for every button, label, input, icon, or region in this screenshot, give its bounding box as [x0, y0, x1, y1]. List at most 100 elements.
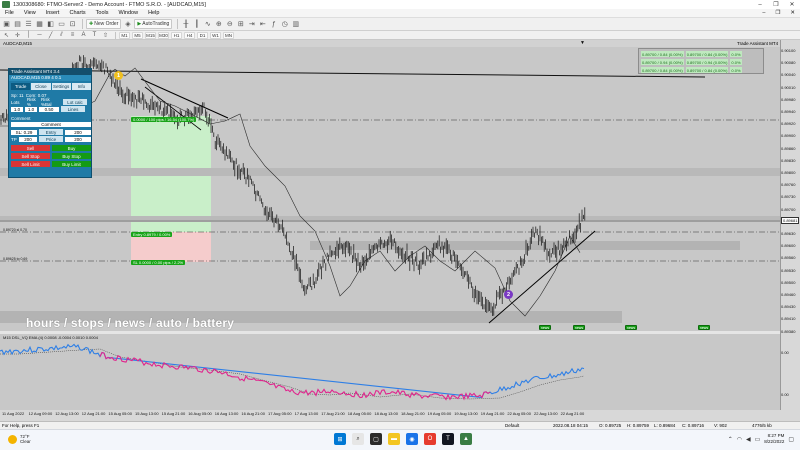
price-tick-label: 0.89500: [781, 279, 796, 285]
lines-button[interactable]: Lines: [61, 106, 85, 112]
lot-calc-button[interactable]: Lot calc: [63, 99, 87, 105]
ta-cell: 0.0%: [730, 67, 742, 73]
news-event-icon[interactable]: news: [539, 325, 551, 330]
shaded-band: [0, 168, 780, 176]
mt4-taskbar-icon[interactable]: ▲: [460, 433, 472, 445]
trade-assistant-label: Trade Assistant MT4: [737, 41, 779, 46]
search-icon[interactable]: ⌕: [352, 433, 364, 445]
buy-button[interactable]: Buy: [52, 145, 91, 151]
entry-level-label: Entry 0.8979 / 0.00%: [131, 232, 173, 237]
price-tick-label: 0.89860: [781, 145, 796, 151]
comment-input[interactable]: Comment: [11, 121, 91, 127]
taskbar-apps: ⊞ ⌕ ▢ ▬ ◉ O T ▲: [334, 433, 472, 445]
edge-browser-icon[interactable]: ◉: [406, 433, 418, 445]
ta-cell: 0.89700 / 0.84 (0.00%): [641, 51, 684, 57]
status-profile[interactable]: Default: [505, 423, 519, 428]
file-explorer-icon[interactable]: ▬: [388, 433, 400, 445]
risk-bal-input[interactable]: 0.50: [39, 106, 59, 112]
wifi-icon[interactable]: ◠: [737, 436, 742, 443]
entry-input[interactable]: 200: [65, 129, 91, 135]
ta-row: 0.89700 / 0.84 (0.00%) 0.89700 / 0.84 (0…: [641, 67, 742, 73]
chevron-up-icon[interactable]: ⌃: [728, 436, 733, 443]
time-tick-label: 12 Aug 09:00: [28, 411, 53, 416]
comment-label: Comment: [11, 115, 31, 121]
clock[interactable]: 8:27 PM 8/22/2022: [764, 433, 784, 445]
panel-tabs: Trade Close Settings Info: [11, 83, 91, 90]
price-tick-label: 0.90010: [781, 84, 796, 90]
time-tick-label: 15 Aug 21:00: [161, 411, 186, 416]
time-tick-label: 18 Aug 21:00: [401, 411, 425, 416]
buy-limit-button[interactable]: Buy Limit: [52, 161, 91, 167]
battery-icon[interactable]: ▭: [755, 436, 761, 443]
news-event-icon[interactable]: news: [625, 325, 637, 330]
time-tick-label: 16 Aug 21:00: [241, 411, 265, 416]
tab-settings[interactable]: Settings: [51, 83, 71, 90]
buy-stop-button[interactable]: Buy Stop: [52, 153, 91, 159]
time-tick-label: 12 Aug 21:00: [81, 411, 106, 416]
sell-button[interactable]: Sell: [11, 145, 50, 151]
sl-input[interactable]: SL: 0.29: [11, 129, 37, 135]
time-tick-label: 19 Aug 13:00: [454, 411, 478, 416]
price-tick-label: 0.89730: [781, 194, 796, 200]
ta-cell: 0.89700 / 0.84 (0.00%): [685, 51, 729, 57]
sun-icon: [8, 434, 17, 444]
ta-cell: 0.89700 / 0.94 (0.00%): [685, 59, 729, 65]
left-level-label: 0.89625 tp 0.69: [3, 257, 28, 261]
price-tick-label: 0.90100: [781, 48, 796, 53]
weather-condition: Clear: [20, 439, 31, 444]
ta-cell: 0.89700 / 0.84 (0.00%): [641, 67, 684, 73]
sl-level-label: SL 0.0000 / 0.00 pips / 2.2%: [131, 260, 186, 265]
time-tick-label: 16 Aug 13:00: [214, 411, 239, 416]
volume-icon[interactable]: ◀: [746, 436, 751, 443]
time-tick-label: 15 Aug 05:00: [108, 411, 132, 416]
time-tick-label: 19 Aug 05:00: [427, 411, 452, 416]
marker-one-icon[interactable]: 1: [114, 71, 123, 80]
tradingview-icon[interactable]: T: [442, 433, 454, 445]
status-close: C: 0.89716: [682, 423, 705, 428]
trend-line-down: [140, 78, 229, 119]
time-tick-label: 19 Aug 21:00: [480, 411, 505, 416]
trade-assistant-panel[interactable]: Trade Assistant MT4 3.4 AUDCAD,M15 0.89 …: [8, 68, 92, 178]
tab-trade[interactable]: Trade: [11, 83, 31, 90]
tp-input[interactable]: 200: [19, 136, 37, 142]
time-tick-label: 15 Aug 13:00: [135, 411, 159, 416]
time-tick-label: 22 Aug 13:00: [534, 411, 558, 416]
marker-two-icon[interactable]: 2: [504, 290, 513, 299]
price-input[interactable]: 200: [65, 136, 91, 142]
tp-label: TP: [11, 136, 17, 142]
indicator-window: [0, 334, 780, 410]
current-price-label: 0.89681: [781, 217, 800, 224]
lots-input[interactable]: 1.0: [11, 106, 23, 112]
news-event-icon[interactable]: news: [573, 325, 585, 330]
status-high: H: 0.89759: [627, 423, 650, 428]
price-tick-label: 0.89900: [781, 133, 796, 139]
time-tick-label: 22 Aug 05:00: [507, 411, 531, 416]
tab-close[interactable]: Close: [31, 83, 51, 90]
risk-input[interactable]: 1.0: [25, 106, 37, 112]
notification-icon[interactable]: ▢: [788, 436, 794, 443]
opera-browser-icon[interactable]: O: [424, 433, 436, 445]
tp-row: TP 200 Price 200: [11, 136, 91, 142]
sell-limit-button[interactable]: Sell Limit: [11, 161, 50, 167]
price-button[interactable]: Price: [39, 136, 63, 142]
price-tick-label: 0.89530: [781, 267, 796, 273]
sell-stop-button[interactable]: Sell Stop: [11, 153, 50, 159]
ta-cell: 0.89700 / 0.94 (0.00%): [641, 59, 684, 65]
trade-assistant-widget[interactable]: 0.89700 / 0.84 (0.00%) 0.89700 / 0.84 (0…: [638, 48, 764, 74]
time-tick-label: 16 Aug 05:00: [188, 411, 212, 416]
tab-info[interactable]: Info: [71, 83, 91, 90]
status-datetime: 2022.08.18 04:15: [553, 423, 589, 428]
time-tick-label: 18 Aug 13:00: [374, 411, 398, 416]
windows-start-icon[interactable]: ⊞: [334, 433, 346, 445]
price-tick-label: 0.89980: [781, 96, 796, 102]
status-bar: For Help, press F1 Default 2022.08.18 04…: [0, 421, 800, 429]
status-low: L: 0.89684: [654, 423, 676, 428]
task-view-icon[interactable]: ▢: [370, 433, 382, 445]
weather-widget[interactable]: 72°F Clear: [8, 434, 31, 444]
entry-row: SL: 0.29 Entry 200: [11, 129, 91, 135]
time-tick-label: 18 Aug 05:00: [347, 411, 372, 416]
windows-taskbar: 72°F Clear ⊞ ⌕ ▢ ▬ ◉ O T ▲ ⌃ ◠ ◀ ▭ 8:27 …: [0, 429, 800, 450]
news-event-icon[interactable]: news: [698, 325, 710, 330]
time-tick-label: 17 Aug 05:00: [268, 411, 292, 416]
entry-button[interactable]: Entry: [39, 129, 63, 135]
